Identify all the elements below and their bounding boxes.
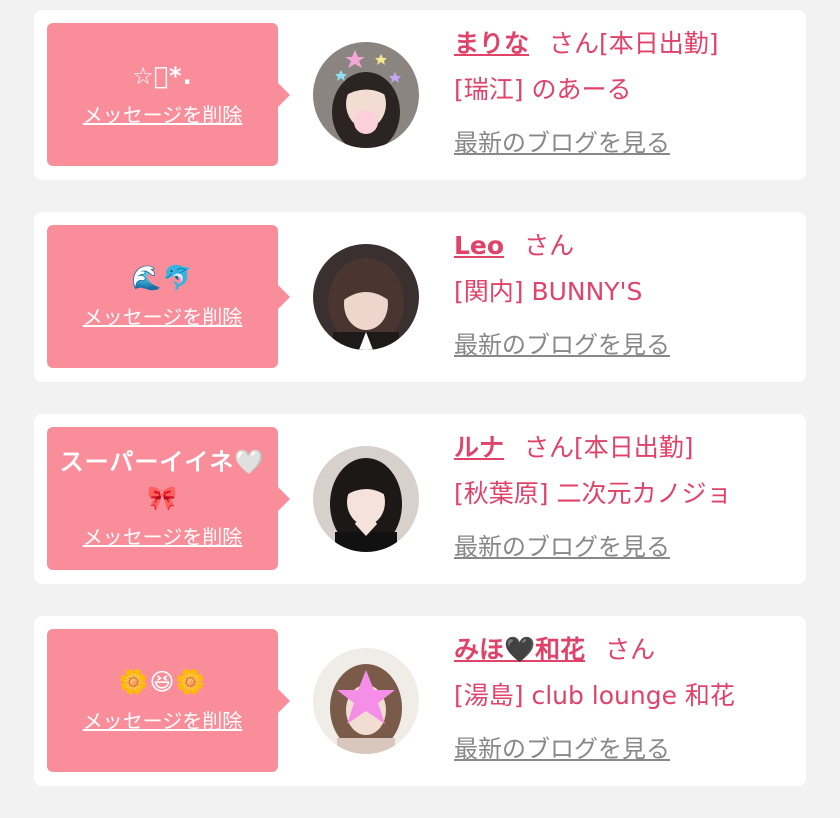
message-bubble: 🌊🐬 メッセージを削除 bbox=[47, 225, 290, 368]
latest-blog-link[interactable]: 最新のブログを見る bbox=[454, 530, 670, 564]
cast-name-suffix: さん[本日出勤] bbox=[524, 433, 694, 462]
area-shop: [湯島] club lounge 和花 bbox=[454, 681, 735, 710]
message-text: 🌊🐬 bbox=[131, 263, 194, 292]
message-card: スーパーイイネ🤍 🎀 メッセージを削除 ルナ さん[本日出勤] [秋葉原] 二次元… bbox=[34, 414, 806, 584]
delete-message-link[interactable]: メッセージを削除 bbox=[83, 520, 243, 554]
area-shop: [秋葉原] 二次元カノジョ bbox=[454, 479, 732, 508]
cast-name-suffix: さん bbox=[605, 635, 656, 664]
delete-message-link[interactable]: メッセージを削除 bbox=[83, 704, 243, 738]
message-text: ☆ﾟ*. bbox=[132, 61, 193, 90]
area-shop: [瑞江] のあーる bbox=[454, 75, 632, 104]
message-bubble: ☆ﾟ*. メッセージを削除 bbox=[47, 23, 290, 166]
message-card: 🌊🐬 メッセージを削除 Leo さん [関内] BUNNY'S 最新のブログを見る bbox=[34, 212, 806, 382]
cast-info: Leo さん [関内] BUNNY'S 最新のブログを見る bbox=[454, 226, 794, 362]
latest-blog-link[interactable]: 最新のブログを見る bbox=[454, 732, 670, 766]
avatar[interactable] bbox=[313, 42, 419, 148]
message-bubble: 🌼😆🌼 メッセージを削除 bbox=[47, 629, 290, 772]
latest-blog-link[interactable]: 最新のブログを見る bbox=[454, 126, 670, 160]
cast-name-link[interactable]: みほ🖤和花 bbox=[454, 635, 585, 664]
delete-message-link[interactable]: メッセージを削除 bbox=[83, 98, 243, 132]
avatar[interactable] bbox=[313, 244, 419, 350]
cast-info: まりな さん[本日出勤] [瑞江] のあーる 最新のブログを見る bbox=[454, 24, 794, 160]
latest-blog-link[interactable]: 最新のブログを見る bbox=[454, 328, 670, 362]
message-card: ☆ﾟ*. メッセージを削除 まりな さん[本日出勤] [瑞江] のあーる 最新のブ… bbox=[34, 10, 806, 180]
message-text: 🌼😆🌼 bbox=[118, 667, 207, 696]
cast-info: ルナ さん[本日出勤] [秋葉原] 二次元カノジョ 最新のブログを見る bbox=[454, 428, 794, 564]
cast-name-suffix: さん bbox=[524, 231, 575, 260]
message-text: スーパーイイネ🤍 bbox=[59, 447, 266, 476]
cast-name-suffix: さん[本日出勤] bbox=[549, 29, 719, 58]
message-text-line2: 🎀 bbox=[147, 483, 178, 512]
cast-name-link[interactable]: ルナ bbox=[454, 433, 504, 462]
avatar[interactable] bbox=[313, 446, 419, 552]
message-list: ☆ﾟ*. メッセージを削除 まりな さん[本日出勤] [瑞江] のあーる 最新のブ… bbox=[34, 10, 806, 818]
area-shop: [関内] BUNNY'S bbox=[454, 277, 643, 306]
cast-info: みほ🖤和花 さん [湯島] club lounge 和花 最新のブログを見る bbox=[454, 630, 794, 766]
cast-name-link[interactable]: Leo bbox=[454, 231, 504, 260]
message-card: 🌼😆🌼 メッセージを削除 みほ🖤和花 さん [湯島] club lounge 和花… bbox=[34, 616, 806, 786]
cast-name-link[interactable]: まりな bbox=[454, 29, 529, 58]
avatar[interactable] bbox=[313, 648, 419, 754]
message-bubble: スーパーイイネ🤍 🎀 メッセージを削除 bbox=[47, 427, 290, 570]
delete-message-link[interactable]: メッセージを削除 bbox=[83, 300, 243, 334]
